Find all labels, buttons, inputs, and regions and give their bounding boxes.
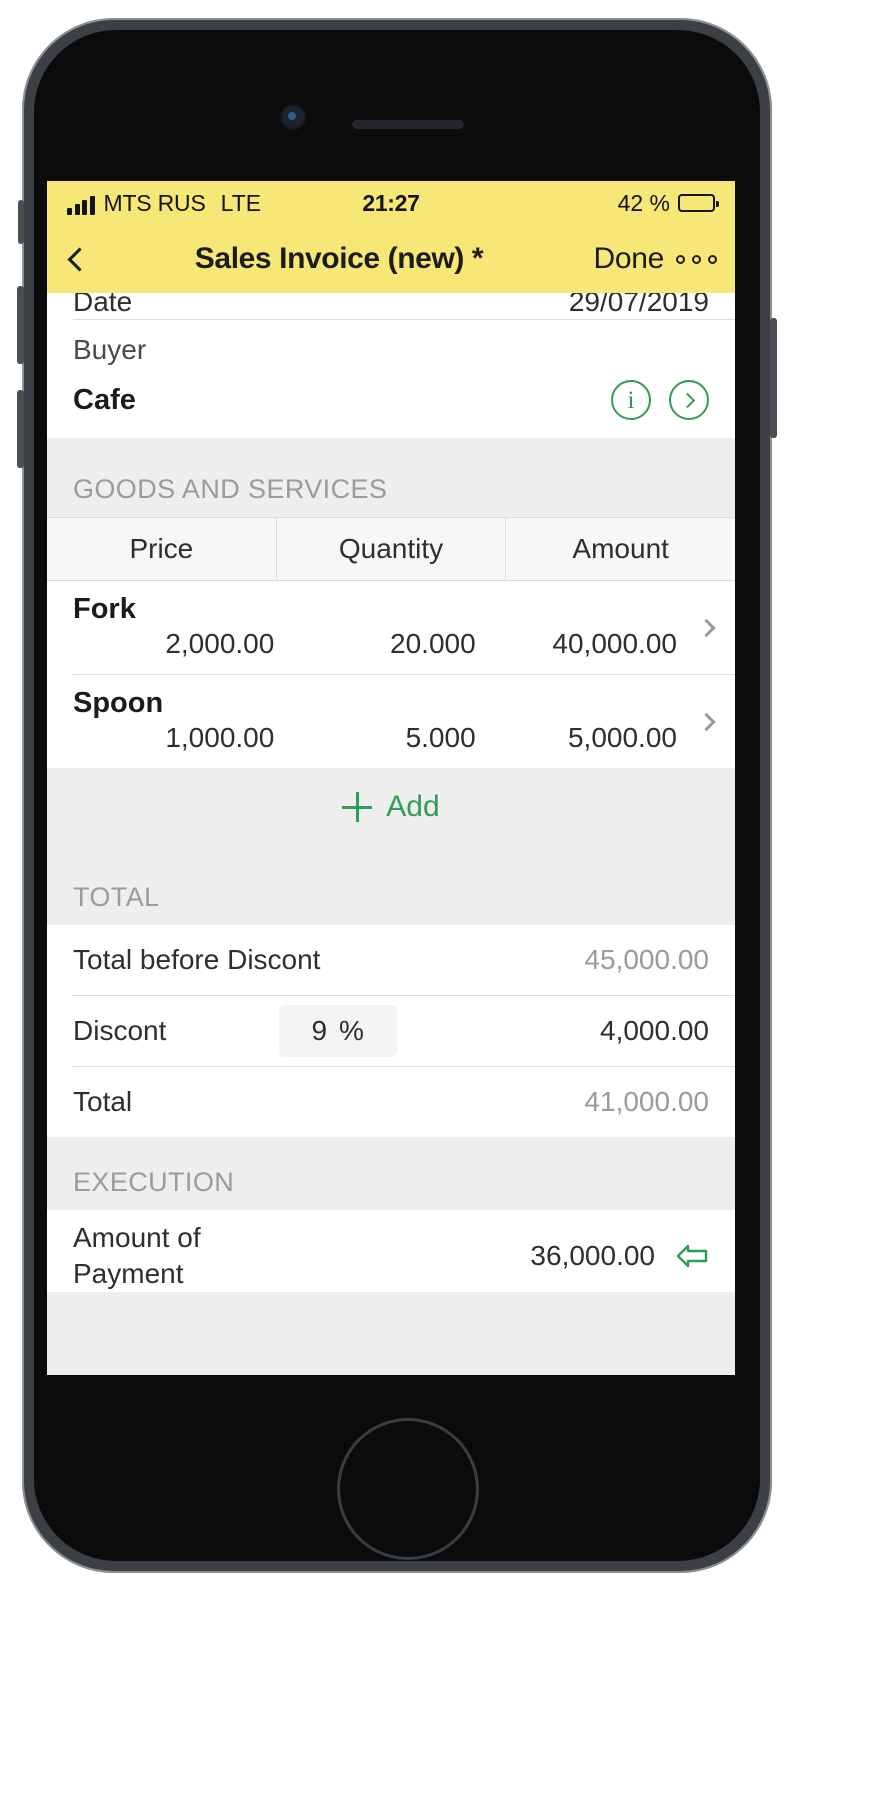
buyer-row[interactable]: Buyer Cafe i bbox=[47, 320, 735, 438]
camera-lens bbox=[288, 112, 296, 120]
front-camera-icon bbox=[282, 106, 304, 128]
chevron-left-icon bbox=[67, 246, 92, 272]
amount-of-payment-value: 36,000.00 bbox=[530, 1240, 655, 1271]
percent-sign: % bbox=[339, 1015, 364, 1046]
discount-label: Discont bbox=[73, 1015, 167, 1046]
battery-icon bbox=[678, 194, 719, 212]
date-card: Date 29/07/2019 Buyer Cafe i bbox=[47, 293, 735, 438]
item-quantity: 5.000 bbox=[405, 722, 476, 753]
done-button[interactable]: Done bbox=[593, 242, 664, 276]
table-row[interactable]: Spoon 1,000.00 5.000 5,000.00 bbox=[47, 675, 735, 768]
buyer-actions: i bbox=[611, 380, 709, 420]
date-row[interactable]: Date 29/07/2019 bbox=[47, 293, 735, 319]
total-row[interactable]: Total 41,000.00 bbox=[47, 1067, 735, 1137]
item-price: 1,000.00 bbox=[165, 722, 275, 753]
item-name: Spoon bbox=[73, 687, 164, 719]
form-scroll-area[interactable]: Date 29/07/2019 Buyer Cafe i GOODS AND S… bbox=[47, 293, 735, 1375]
chevron-right-glyph bbox=[679, 392, 696, 408]
buyer-name-value: Cafe bbox=[73, 383, 136, 416]
chevron-right-circle-icon[interactable] bbox=[669, 380, 709, 420]
battery-percent-label: 42 % bbox=[617, 189, 670, 216]
total-section-header: TOTAL bbox=[47, 846, 735, 925]
execution-card: Amount of Payment 36,000.00 bbox=[47, 1210, 735, 1292]
status-bar-right: 42 % bbox=[391, 189, 719, 216]
total-label: Total bbox=[73, 1086, 133, 1117]
plus-icon bbox=[342, 792, 373, 822]
power-button[interactable] bbox=[770, 318, 777, 438]
screenshot-stage: MTS RUS LTE 21:27 42 % Sales Invoice (ne… bbox=[0, 0, 891, 1800]
item-amount: 40,000.00 bbox=[552, 628, 677, 659]
navigation-actions: Done bbox=[593, 242, 717, 276]
navigation-bar: Sales Invoice (new) * Done bbox=[47, 225, 735, 293]
phone-screen: MTS RUS LTE 21:27 42 % Sales Invoice (ne… bbox=[47, 181, 735, 1375]
buyer-caption: Buyer bbox=[73, 334, 147, 365]
discount-row[interactable]: Discont 9 % 4,000.00 bbox=[47, 996, 735, 1066]
total-before-discount-label: Total before Discont bbox=[73, 944, 321, 975]
goods-section-header: GOODS AND SERVICES bbox=[47, 438, 735, 517]
item-price: 2,000.00 bbox=[165, 628, 275, 659]
amount-of-payment-row[interactable]: Amount of Payment 36,000.00 bbox=[47, 1210, 735, 1292]
item-quantity: 20.000 bbox=[390, 628, 476, 659]
earpiece-speaker bbox=[352, 120, 464, 129]
volume-down-button[interactable] bbox=[17, 390, 24, 468]
item-name: Fork bbox=[73, 593, 136, 625]
more-dots-icon[interactable] bbox=[676, 254, 717, 264]
home-button[interactable] bbox=[337, 1418, 479, 1560]
goods-table-header: Price Quantity Amount bbox=[47, 517, 735, 581]
column-header-amount: Amount bbox=[505, 518, 735, 580]
arrow-left-outline-icon[interactable] bbox=[675, 1243, 709, 1269]
discount-percent-input[interactable]: 9 % bbox=[278, 1005, 397, 1057]
total-before-discount-row[interactable]: Total before Discont 45,000.00 bbox=[47, 925, 735, 995]
info-circle-icon[interactable]: i bbox=[611, 380, 651, 420]
add-item-button[interactable]: Add bbox=[47, 768, 735, 846]
amount-of-payment-label: Amount of Payment bbox=[73, 1220, 201, 1292]
table-row[interactable]: Fork 2,000.00 20.000 40,000.00 bbox=[47, 581, 735, 674]
column-header-quantity: Quantity bbox=[275, 518, 506, 580]
add-item-label: Add bbox=[386, 790, 440, 823]
info-glyph: i bbox=[627, 386, 635, 414]
phone-device: MTS RUS LTE 21:27 42 % Sales Invoice (ne… bbox=[17, 18, 777, 1573]
date-label: Date bbox=[73, 293, 133, 317]
discount-amount-value: 4,000.00 bbox=[600, 1015, 709, 1046]
back-button[interactable] bbox=[65, 237, 105, 281]
total-value: 41,000.00 bbox=[584, 1086, 709, 1117]
payment-label-line2: Payment bbox=[73, 1258, 184, 1289]
item-amount: 5,000.00 bbox=[567, 722, 677, 753]
silent-switch[interactable] bbox=[18, 200, 24, 244]
column-header-price: Price bbox=[129, 533, 194, 564]
discount-percent-value: 9 bbox=[311, 1015, 328, 1046]
date-value: 29/07/2019 bbox=[568, 293, 709, 317]
status-bar: MTS RUS LTE 21:27 42 % bbox=[47, 181, 735, 225]
page-title: Sales Invoice (new) * bbox=[194, 242, 484, 275]
execution-section-header: EXECUTION bbox=[47, 1137, 735, 1210]
amount-of-payment-right: 36,000.00 bbox=[530, 1240, 709, 1272]
payment-label-line1: Amount of bbox=[73, 1222, 201, 1253]
item-values: 1,000.00 5.000 5,000.00 bbox=[73, 722, 709, 754]
buyer-line: Cafe i bbox=[73, 380, 709, 420]
total-before-discount-value: 45,000.00 bbox=[584, 944, 709, 975]
total-card: Total before Discont 45,000.00 Discont 9… bbox=[47, 925, 735, 1137]
item-values: 2,000.00 20.000 40,000.00 bbox=[73, 628, 709, 660]
volume-up-button[interactable] bbox=[17, 286, 24, 364]
goods-list: Fork 2,000.00 20.000 40,000.00 Spoon 1,0… bbox=[47, 581, 735, 768]
